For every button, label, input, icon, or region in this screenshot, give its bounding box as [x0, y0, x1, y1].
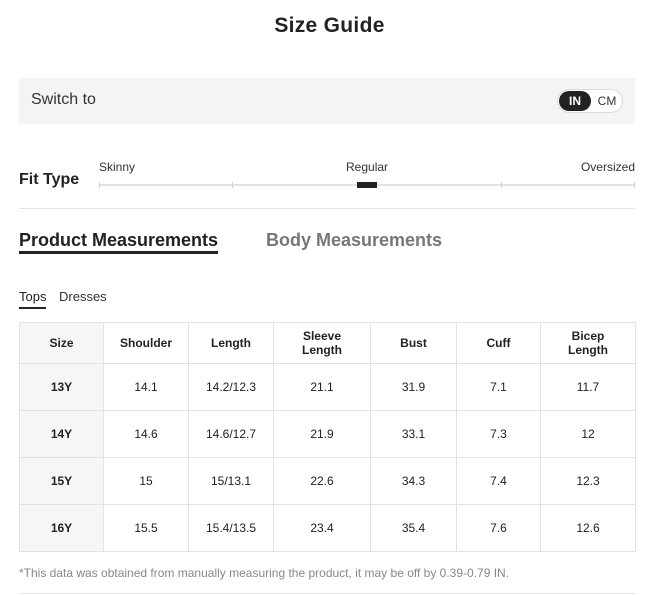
size-cell: 16Y	[19, 504, 104, 552]
size-cell: 13Y	[19, 363, 104, 411]
fit-option-oversized[interactable]: Oversized	[581, 160, 635, 174]
table-cell: 15.5	[103, 504, 189, 552]
column-header: Length	[188, 322, 274, 364]
size-table: Size Shoulder Length Sleeve Length Bust …	[19, 322, 636, 552]
table-cell: 14.2/12.3	[188, 363, 274, 411]
active-tab-indicator	[19, 251, 218, 254]
fit-option-skinny[interactable]: Skinny	[99, 160, 135, 174]
table-cell: 22.6	[273, 457, 371, 505]
table-header-row: Size Shoulder Length Sleeve Length Bust …	[19, 322, 636, 364]
unit-toggle[interactable]: IN CM	[557, 89, 623, 113]
table-cell: 15.4/13.5	[188, 504, 274, 552]
table-cell: 35.4	[370, 504, 457, 552]
size-cell: 15Y	[19, 457, 104, 505]
fit-slider-tick	[501, 182, 502, 188]
subtab-dresses[interactable]: Dresses	[59, 289, 107, 304]
fit-slider-tick	[634, 182, 635, 188]
table-cell: 7.3	[456, 410, 541, 458]
table-cell: 14.6/12.7	[188, 410, 274, 458]
column-header: Shoulder	[103, 322, 189, 364]
table-cell: 12	[540, 410, 636, 458]
table-cell: 12.6	[540, 504, 636, 552]
table-cell: 15	[103, 457, 189, 505]
column-header: Size	[19, 322, 104, 364]
table-row: 16Y 15.5 15.4/13.5 23.4 35.4 7.6 12.6	[19, 504, 636, 552]
table-cell: 7.4	[456, 457, 541, 505]
size-cell: 14Y	[19, 410, 104, 458]
tab-body-measurements[interactable]: Body Measurements	[266, 230, 442, 251]
divider	[19, 208, 635, 209]
active-subtab-indicator	[19, 307, 46, 309]
table-cell: 12.3	[540, 457, 636, 505]
table-cell: 33.1	[370, 410, 457, 458]
unit-cm-option[interactable]: CM	[593, 91, 621, 111]
column-header: Sleeve Length	[273, 322, 371, 364]
measurement-disclaimer: *This data was obtained from manually me…	[19, 566, 510, 580]
column-header-text: Sleeve Length	[302, 329, 342, 357]
page-title: Size Guide	[274, 14, 385, 37]
table-cell: 21.9	[273, 410, 371, 458]
table-cell: 31.9	[370, 363, 457, 411]
switch-label: Switch to	[31, 91, 96, 108]
column-header: Bicep Length	[540, 322, 636, 364]
table-cell: 14.1	[103, 363, 189, 411]
divider	[19, 593, 635, 594]
table-cell: 14.6	[103, 410, 189, 458]
table-cell: 15/13.1	[188, 457, 274, 505]
column-header-text: Bicep Length	[568, 329, 608, 357]
table-row: 15Y 15 15/13.1 22.6 34.3 7.4 12.3	[19, 457, 636, 505]
table-cell: 7.6	[456, 504, 541, 552]
fit-slider-tick	[99, 182, 100, 188]
fit-slider-marker[interactable]	[357, 182, 377, 188]
table-cell: 23.4	[273, 504, 371, 552]
table-cell: 7.1	[456, 363, 541, 411]
column-header: Cuff	[456, 322, 541, 364]
tab-product-measurements[interactable]: Product Measurements	[19, 230, 218, 251]
table-row: 13Y 14.1 14.2/12.3 21.1 31.9 7.1 11.7	[19, 363, 636, 411]
fit-option-regular[interactable]: Regular	[346, 160, 388, 174]
unit-in-option[interactable]: IN	[559, 91, 591, 111]
table-cell: 11.7	[540, 363, 636, 411]
unit-switch-bar: Switch to IN CM	[19, 78, 635, 124]
fit-type-label: Fit Type	[19, 171, 80, 188]
column-header: Bust	[370, 322, 457, 364]
table-cell: 34.3	[370, 457, 457, 505]
table-cell: 21.1	[273, 363, 371, 411]
fit-slider-tick	[232, 182, 233, 188]
table-row: 14Y 14.6 14.6/12.7 21.9 33.1 7.3 12	[19, 410, 636, 458]
subtab-tops[interactable]: Tops	[19, 289, 46, 304]
